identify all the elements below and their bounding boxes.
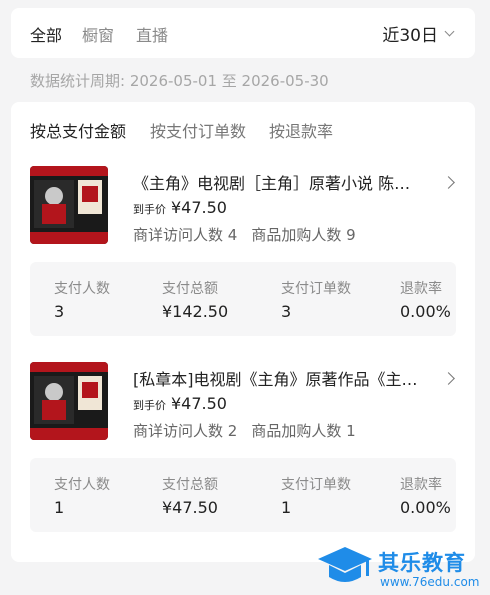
stat-header-order-count: 支付订单数	[281, 281, 351, 297]
stat-header-refund-rate: 退款率	[400, 477, 442, 493]
stat-value-refund-rate: 0.00%	[400, 302, 451, 321]
graduation-cap-icon	[318, 547, 372, 582]
channel-filter-bar: 全部 橱窗 直播 近30日	[11, 8, 475, 58]
product-title: 《主角》电视剧［主角］原著小说 陈彦茅盾文学奖获奖作品	[133, 174, 421, 193]
stat-value-payment-total: ¥142.50	[162, 302, 229, 321]
product-metrics: 商详访问人数 2 商品加购人数 1	[133, 420, 356, 441]
watermark-url: www.76edu.com	[380, 575, 480, 589]
stats-box: 支付人数 支付总额 支付订单数 退款率 1 ¥47.50 1 0.00%	[30, 458, 456, 532]
stat-header-payment-total: 支付总额	[162, 477, 218, 493]
stat-value-payers: 3	[54, 302, 65, 321]
watermark-logo: 其乐教育 www.76edu.com	[316, 545, 488, 593]
stat-value-order-count: 3	[281, 302, 292, 321]
stats-box: 支付人数 支付总额 支付订单数 退款率 3 ¥142.50 3 0.00%	[30, 262, 456, 336]
stat-value-payers: 1	[54, 498, 65, 517]
product-thumbnail	[30, 166, 108, 244]
stat-header-refund-rate: 退款率	[400, 281, 442, 297]
product-title: [私章本]电视剧《主角》原著作品《主角》陈彦	[133, 370, 421, 389]
chevron-down-icon	[444, 26, 455, 36]
date-range-dropdown[interactable]: 近30日	[382, 21, 455, 46]
chevron-right-icon[interactable]	[442, 176, 455, 189]
stat-header-payment-total: 支付总额	[162, 281, 218, 297]
sort-by-order-count[interactable]: 按支付订单数	[150, 118, 246, 142]
sort-by-refund-rate[interactable]: 按退款率	[269, 118, 333, 142]
price-value: ¥47.50	[171, 198, 227, 217]
price-row: 到手价 ¥47.50	[133, 394, 227, 413]
chevron-right-icon[interactable]	[442, 372, 455, 385]
stat-header-payers: 支付人数	[54, 477, 110, 493]
stat-header-order-count: 支付订单数	[281, 477, 351, 493]
sort-by-total-payment[interactable]: 按总支付金额	[30, 118, 126, 142]
product-metrics: 商详访问人数 4 商品加购人数 9	[133, 224, 356, 245]
cart-adds: 商品加购人数 1	[251, 422, 356, 440]
stat-header-payers: 支付人数	[54, 281, 110, 297]
product-thumbnail	[30, 362, 108, 440]
watermark-name: 其乐教育	[378, 551, 466, 575]
detail-visitors: 商详访问人数 4	[133, 226, 238, 244]
detail-visitors: 商详访问人数 2	[133, 422, 238, 440]
stat-value-refund-rate: 0.00%	[400, 498, 451, 517]
stat-value-order-count: 1	[281, 498, 292, 517]
stat-value-payment-total: ¥47.50	[162, 498, 218, 517]
price-label: 到手价	[133, 203, 166, 216]
tab-live[interactable]: 直播	[136, 22, 168, 46]
cart-adds: 商品加购人数 9	[251, 226, 356, 244]
price-label: 到手价	[133, 399, 166, 412]
price-row: 到手价 ¥47.50	[133, 198, 227, 217]
price-value: ¥47.50	[171, 394, 227, 413]
tab-showcase[interactable]: 橱窗	[82, 22, 114, 46]
date-range-label: 近30日	[382, 26, 438, 46]
product-ranking-panel: 按总支付金额 按支付订单数 按退款率 《主角》电视剧［主角］原著小说 陈彦茅盾文…	[11, 102, 475, 562]
tab-all[interactable]: 全部	[30, 22, 62, 46]
stat-period-text: 数据统计周期: 2026-05-01 至 2026-05-30	[30, 72, 329, 90]
